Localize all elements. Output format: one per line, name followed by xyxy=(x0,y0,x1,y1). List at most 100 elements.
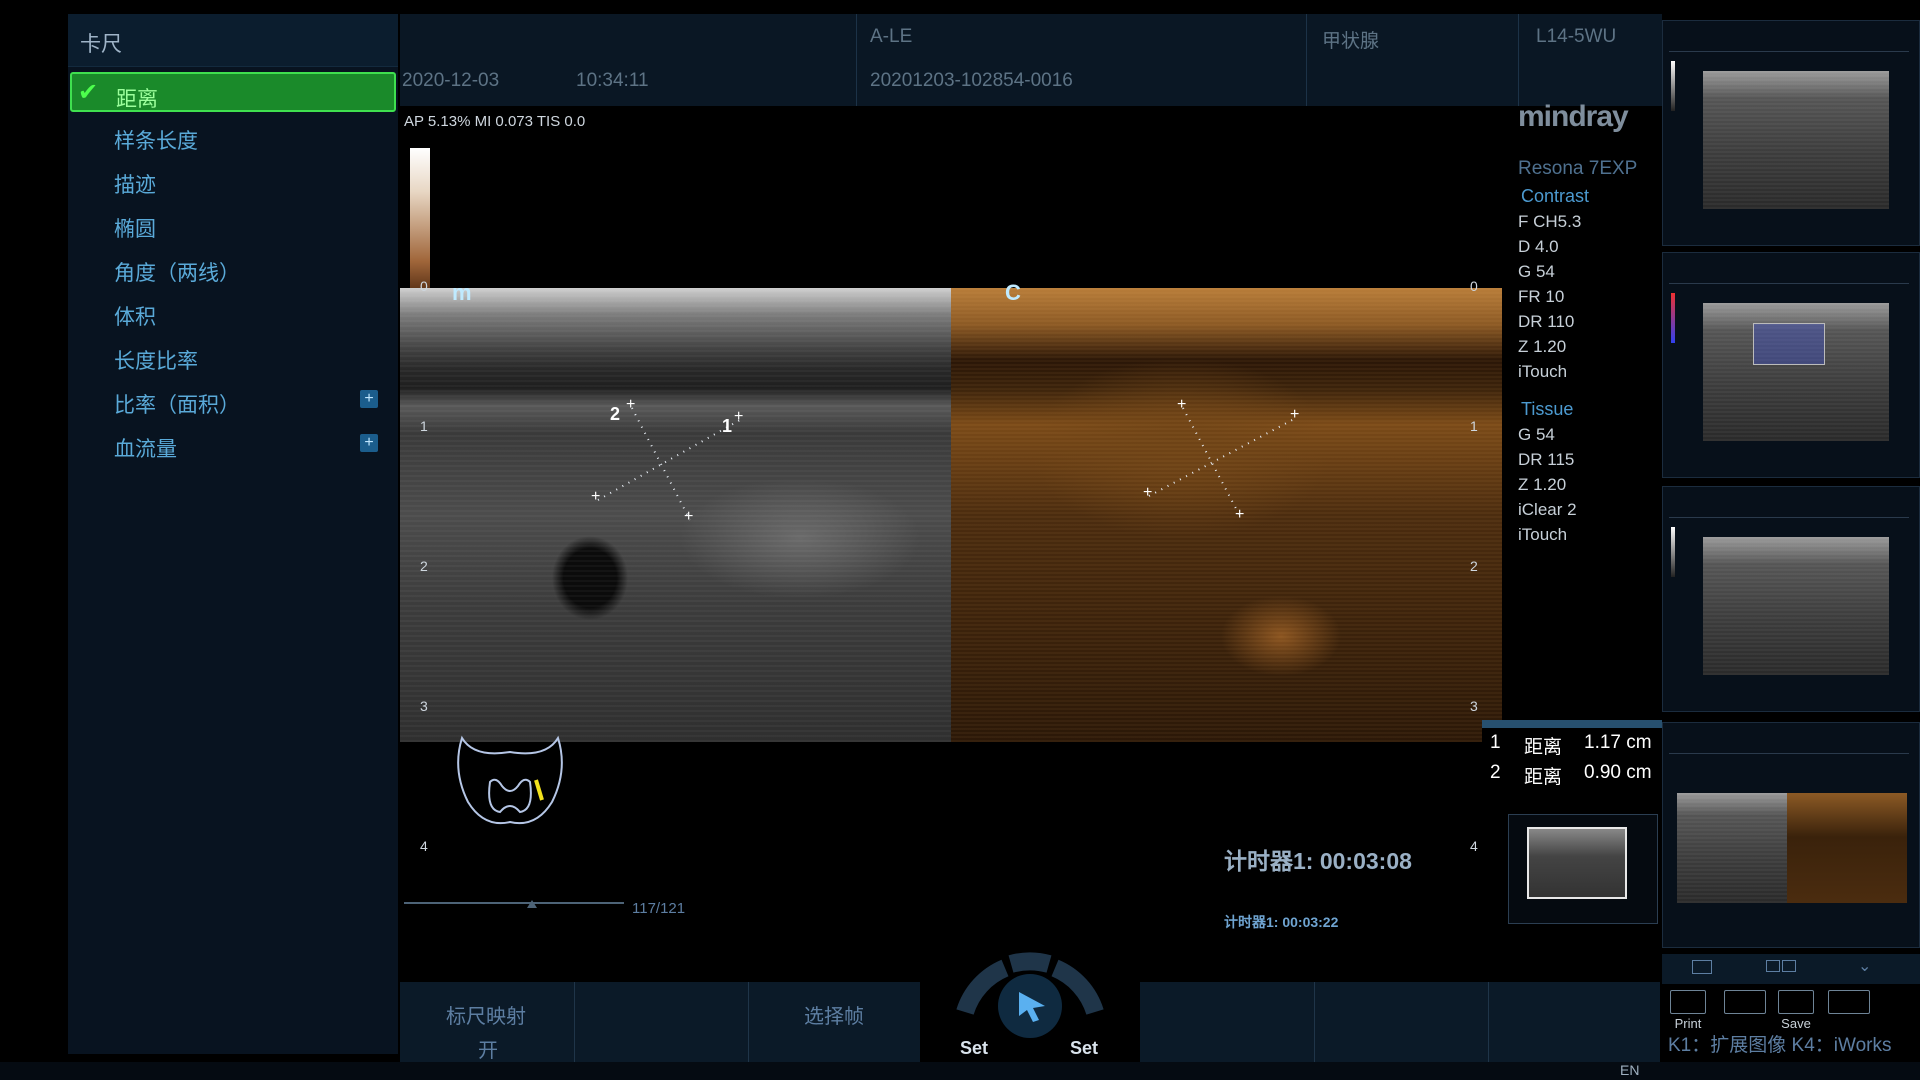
menu-item-volume[interactable]: 体积 xyxy=(70,292,396,332)
select-frame-button[interactable]: 选择帧 xyxy=(804,1000,864,1029)
cine-scrollbar[interactable] xyxy=(404,902,624,904)
save-icon xyxy=(1778,990,1814,1014)
print-button[interactable]: Print xyxy=(1668,990,1708,1031)
b-mode-image[interactable]: m + + + + 2 1 xyxy=(400,280,951,742)
dual-view-icon[interactable] xyxy=(1766,960,1780,972)
exam-time: 10:34:11 xyxy=(576,70,649,91)
menu-item-angle[interactable]: 角度（两线） xyxy=(70,248,396,288)
param-value: G 54 xyxy=(1518,425,1555,444)
set-left-button[interactable]: Set xyxy=(960,1038,988,1059)
thumbnail-grayscale-bar xyxy=(1671,61,1675,111)
result-row: 1 距离 1.17 cm xyxy=(1482,728,1662,758)
plus-icon[interactable]: + xyxy=(360,434,378,452)
header-divider xyxy=(1518,14,1519,106)
header-divider xyxy=(856,14,857,106)
menu-item-label: 角度（两线） xyxy=(114,262,240,285)
caliper-cross[interactable]: + xyxy=(1143,484,1152,502)
param-value: G 54 xyxy=(1518,262,1555,281)
menu-item-distance[interactable]: ✔ 距离 xyxy=(70,72,396,112)
param-value: Z 1.20 xyxy=(1518,475,1567,494)
tissue-heading: Tissue xyxy=(1521,399,1574,419)
thumbnail-image-3[interactable] xyxy=(1662,486,1920,712)
view-toggle-strip: ⌄ xyxy=(1662,954,1920,984)
print-label: Print xyxy=(1674,1016,1702,1031)
depth-tick: 2 xyxy=(1470,558,1478,574)
result-row: 2 距离 0.90 cm xyxy=(1482,758,1662,788)
menu-item-label: 样条长度 xyxy=(114,130,198,153)
thumbnail-header xyxy=(1669,495,1909,518)
result-name: 距离 xyxy=(1524,767,1563,788)
caliper-cross[interactable]: + xyxy=(626,396,635,414)
param-value: Z 1.20 xyxy=(1518,337,1567,356)
depth-tick: 0 xyxy=(420,278,428,294)
thumbnail-image-4[interactable] xyxy=(1662,722,1920,948)
depth-tick: 4 xyxy=(1470,838,1478,854)
measurement-lines-left xyxy=(597,407,741,521)
acoustic-power-line: AP 5.13% MI 0.073 TIS 0.0 xyxy=(404,113,586,130)
preview-frame xyxy=(1527,827,1627,899)
caliper-cross[interactable]: + xyxy=(1290,406,1299,424)
depth-tick: 1 xyxy=(1470,418,1478,434)
menu-item-label: 椭圆 xyxy=(114,218,156,241)
thumbnail-grayscale-bar xyxy=(1671,527,1675,577)
depth-tick: 4 xyxy=(420,838,428,854)
thyroid-body-mark xyxy=(457,735,563,824)
softkey-divider xyxy=(574,982,575,1062)
depth-tick: 3 xyxy=(1470,698,1478,714)
menu-item-trace[interactable]: 描迹 xyxy=(70,160,396,200)
dual-view-icon[interactable] xyxy=(1782,960,1796,972)
set-right-button[interactable]: Set xyxy=(1070,1038,1098,1059)
cine-slider-thumb[interactable] xyxy=(527,900,537,908)
thumbnail-header xyxy=(1669,261,1909,284)
exam-type: 甲状腺 xyxy=(1322,31,1380,52)
thumbnail-color-bar xyxy=(1671,293,1675,343)
menu-item-label: 距离 xyxy=(116,88,158,111)
scale-map-button[interactable]: 标尺映射 xyxy=(446,1000,526,1029)
param-value: DR 115 xyxy=(1518,450,1575,469)
image-preview[interactable] xyxy=(1508,814,1658,924)
depth-tick: 3 xyxy=(420,698,428,714)
softkey-divider xyxy=(1314,982,1315,1062)
caliper-cross[interactable]: + xyxy=(1235,506,1244,524)
result-name: 距离 xyxy=(1524,737,1563,758)
single-view-icon[interactable] xyxy=(1692,960,1712,974)
save-button[interactable]: Save xyxy=(1776,990,1816,1031)
menu-item-label: 描迹 xyxy=(114,174,156,197)
thumbnail-header xyxy=(1669,731,1909,754)
menu-item-spline-length[interactable]: 样条长度 xyxy=(70,116,396,156)
plus-icon[interactable]: + xyxy=(360,390,378,408)
result-index: 1 xyxy=(1490,732,1501,753)
menu-item-label: 长度比率 xyxy=(114,350,198,373)
caliper-cross[interactable]: + xyxy=(734,408,743,426)
exam-id: 20201203-102854-0016 xyxy=(870,70,1073,91)
timer-primary: 计时器1: 00:03:08 xyxy=(1224,848,1412,874)
archive-button[interactable] xyxy=(1824,990,1874,1016)
menu-item-ellipse[interactable]: 椭圆 xyxy=(70,204,396,244)
save-label: Save xyxy=(1781,1016,1811,1031)
send-button[interactable] xyxy=(1720,990,1770,1016)
caliper-cross[interactable]: + xyxy=(684,508,693,526)
measurement-marker-2: 2 xyxy=(610,404,621,424)
menu-item-area-ratio[interactable]: 比率（面积） + xyxy=(70,380,396,420)
contrast-mode-image[interactable]: C + + + + xyxy=(951,280,1502,742)
softkey-divider xyxy=(748,982,749,1062)
exam-date: 2020-12-03 xyxy=(402,70,500,91)
thumbnail-header xyxy=(1669,29,1909,52)
caliper-cross[interactable]: + xyxy=(591,488,600,506)
menu-item-label: 血流量 xyxy=(114,438,177,461)
thumbnail-image-1[interactable] xyxy=(1662,20,1920,246)
thumbnail-frame xyxy=(1703,537,1889,675)
thumbnail-image-2[interactable] xyxy=(1662,252,1920,478)
timer-secondary: 计时器1: 00:03:22 xyxy=(1224,914,1339,930)
param-value: FR 10 xyxy=(1518,287,1565,306)
chevron-down-icon[interactable]: ⌄ xyxy=(1858,956,1871,976)
result-value: 0.90 cm xyxy=(1584,762,1652,783)
result-value: 1.17 cm xyxy=(1584,732,1652,753)
language-indicator[interactable]: EN xyxy=(1620,1062,1639,1078)
menu-item-length-ratio[interactable]: 长度比率 xyxy=(70,336,396,376)
patient-id: A-LE xyxy=(870,26,913,47)
menu-title-bar: 卡尺 xyxy=(68,14,398,67)
caliper-cross[interactable]: + xyxy=(1177,396,1186,414)
brand-logo: mindray xyxy=(1518,100,1629,133)
menu-item-blood-flow[interactable]: 血流量 + xyxy=(70,424,396,464)
